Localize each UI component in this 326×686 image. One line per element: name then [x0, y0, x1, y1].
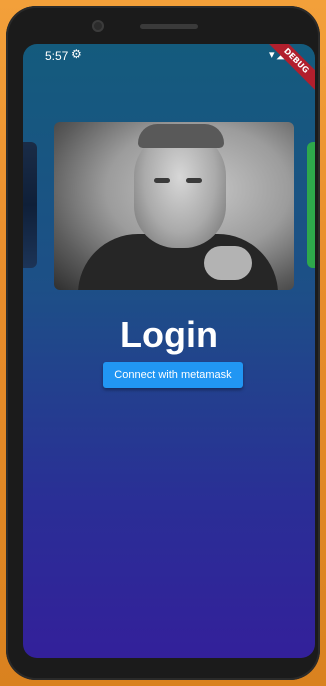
phone-frame: 5:57 ⚙ ▾◢▮ DEBUG Login Connect with meta… — [6, 6, 320, 680]
debug-banner: DEBUG — [259, 44, 315, 98]
status-time: 5:57 — [45, 49, 69, 63]
earpiece-speaker — [140, 24, 198, 29]
app-screen: 5:57 ⚙ ▾◢▮ DEBUG Login Connect with meta… — [23, 44, 315, 658]
connect-metamask-button[interactable]: Connect with metamask — [103, 362, 243, 388]
carousel-portrait-image[interactable] — [54, 122, 294, 290]
gear-icon: ⚙ — [71, 47, 82, 61]
page-title: Login — [120, 314, 218, 355]
front-camera — [92, 20, 104, 32]
carousel-prev-card[interactable] — [23, 142, 37, 268]
carousel-next-card[interactable] — [307, 142, 315, 268]
status-bar: 5:57 ⚙ ▾◢▮ DEBUG — [23, 44, 315, 98]
